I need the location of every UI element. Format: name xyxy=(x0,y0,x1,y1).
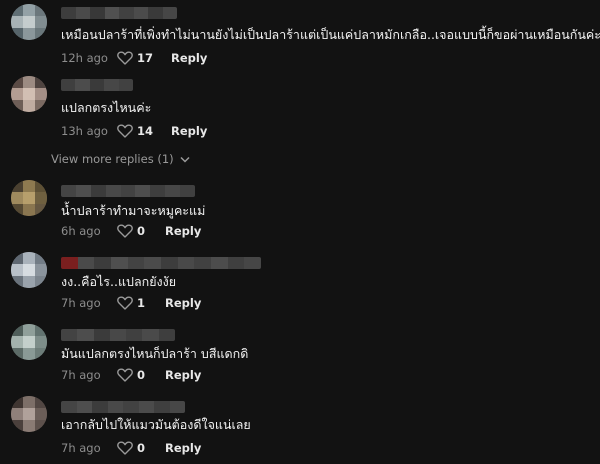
like-count: 17 xyxy=(137,51,154,65)
comment-text: แปลกตรงไหนค่ะ xyxy=(61,100,152,115)
avatar[interactable] xyxy=(11,4,47,40)
reply-button[interactable]: Reply xyxy=(165,368,201,382)
comment-item: เอากลับไปให้แมวมันต้องดีใจแน่เลย 7h ago … xyxy=(0,394,600,464)
reply-button[interactable]: Reply xyxy=(165,441,201,455)
avatar[interactable] xyxy=(11,76,47,112)
timestamp: 6h ago xyxy=(61,224,101,238)
comment-text: เหมือนปลาร้าที่เพิ่งทำไม่นานยังไม่เป็นปล… xyxy=(61,27,600,42)
like-count: 0 xyxy=(137,224,146,238)
comment-text: เอากลับไปให้แมวมันต้องดีใจแน่เลย xyxy=(61,417,251,432)
username-redacted[interactable] xyxy=(61,329,175,341)
heart-outline-icon[interactable] xyxy=(117,368,133,382)
comment-text: มันแปลกตรงไหนก็ปลาร้า บสีแดกดิ xyxy=(61,346,249,361)
comment-item: งง..คือไร..แปลกยังงัย 7h ago 1 Reply xyxy=(0,250,600,322)
reply-button[interactable]: Reply xyxy=(165,224,201,238)
comment-text: น้ำปลาร้าทำมาจะหมูคะแม่ xyxy=(61,203,206,218)
comment-meta: 13h ago 14 Reply xyxy=(61,123,207,139)
heart-outline-icon[interactable] xyxy=(117,51,133,65)
timestamp: 7h ago xyxy=(61,368,101,382)
comment-item: แปลกตรงไหนค่ะ 13h ago 14 Reply xyxy=(0,76,600,148)
username-redacted[interactable] xyxy=(61,257,261,269)
reply-button[interactable]: Reply xyxy=(165,296,201,310)
reply-button[interactable]: Reply xyxy=(171,51,207,65)
like-count: 0 xyxy=(137,441,146,455)
comment-meta: 7h ago 0 Reply xyxy=(61,367,201,383)
comment-text: งง..คือไร..แปลกยังงัย xyxy=(61,274,177,289)
username-redacted[interactable] xyxy=(61,185,195,197)
username-redacted[interactable] xyxy=(61,401,185,413)
reply-button[interactable]: Reply xyxy=(171,124,207,138)
view-more-replies[interactable]: View more replies (1) xyxy=(51,152,190,166)
comment-item: น้ำปลาร้าทำมาจะหมูคะแม่ 6h ago 0 Reply xyxy=(0,178,600,250)
comment-meta: 7h ago 0 Reply xyxy=(61,440,201,456)
comment-meta: 6h ago 0 Reply xyxy=(61,223,201,239)
timestamp: 7h ago xyxy=(61,296,101,310)
username-redacted[interactable] xyxy=(61,79,133,91)
avatar[interactable] xyxy=(11,252,47,288)
avatar[interactable] xyxy=(11,324,47,360)
comment-item: เหมือนปลาร้าที่เพิ่งทำไม่นานยังไม่เป็นปล… xyxy=(0,0,600,72)
like-count: 14 xyxy=(137,124,154,138)
heart-outline-icon[interactable] xyxy=(117,296,133,310)
heart-outline-icon[interactable] xyxy=(117,124,133,138)
comment-meta: 12h ago 17 Reply xyxy=(61,50,207,66)
heart-outline-icon[interactable] xyxy=(117,441,133,455)
view-more-label: View more replies (1) xyxy=(51,152,174,166)
username-redacted[interactable] xyxy=(61,7,177,19)
like-count: 0 xyxy=(137,368,146,382)
comment-meta: 7h ago 1 Reply xyxy=(61,295,201,311)
timestamp: 12h ago xyxy=(61,51,108,65)
chevron-down-icon xyxy=(180,152,190,166)
heart-outline-icon[interactable] xyxy=(117,224,133,238)
avatar[interactable] xyxy=(11,396,47,432)
comment-item: มันแปลกตรงไหนก็ปลาร้า บสีแดกดิ 7h ago 0 … xyxy=(0,322,600,394)
avatar[interactable] xyxy=(11,180,47,216)
timestamp: 7h ago xyxy=(61,441,101,455)
like-count: 1 xyxy=(137,296,146,310)
timestamp: 13h ago xyxy=(61,124,108,138)
